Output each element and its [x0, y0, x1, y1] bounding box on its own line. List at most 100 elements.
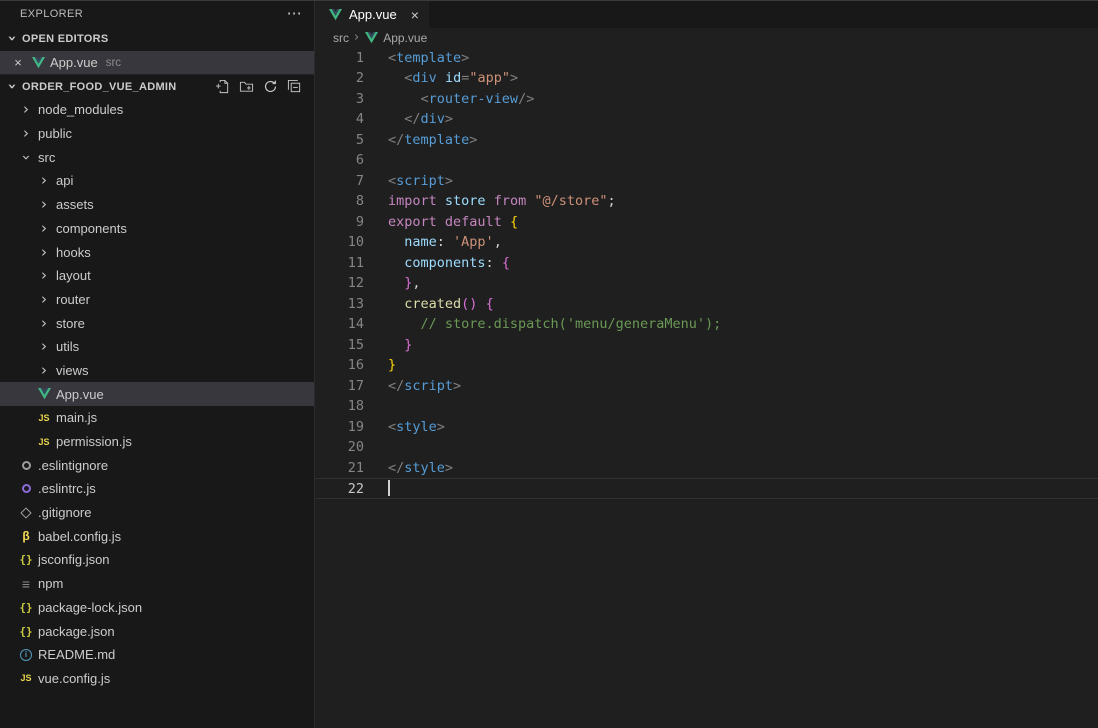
babel-icon: β	[22, 529, 30, 544]
open-editors-section-header[interactable]: › OPEN EDITORS	[0, 27, 314, 51]
close-icon[interactable]: ×	[10, 55, 26, 70]
tree-item-api[interactable]: › api	[0, 169, 314, 193]
tree-item-label: api	[56, 173, 74, 189]
code-line-15[interactable]: 15 }	[315, 335, 1098, 356]
line-content: // store.dispatch('menu/generaMenu');	[420, 316, 722, 332]
line-content: name: 'App',	[404, 234, 502, 250]
chevron-down-icon: ›	[3, 83, 22, 90]
code-line-20[interactable]: 20	[315, 437, 1098, 458]
tree-item-app-vue[interactable]: App.vue	[0, 382, 314, 406]
tree-item-router[interactable]: › router	[0, 288, 314, 312]
line-number: 14	[347, 316, 364, 332]
tree-item-views[interactable]: › views	[0, 359, 314, 383]
tree-item-src[interactable]: › src	[0, 145, 314, 169]
code-line-3[interactable]: 3 <router-view/>	[315, 89, 1098, 110]
line-number: 16	[347, 357, 364, 373]
code-line-14[interactable]: 14 // store.dispatch('menu/generaMenu');	[315, 314, 1098, 335]
code-line-11[interactable]: 11 components: {	[315, 253, 1098, 274]
code-line-13[interactable]: 13 created() {	[315, 294, 1098, 315]
tree-item-package-json[interactable]: {} package.json	[0, 619, 314, 643]
code-line-4[interactable]: 4 </div>	[315, 109, 1098, 130]
tree-item-label: .gitignore	[38, 505, 92, 521]
code-line-2[interactable]: 2 <div id="app">	[315, 68, 1098, 89]
tree-item-label: .eslintrc.js	[38, 481, 96, 497]
tree-item-label: .eslintignore	[38, 457, 109, 473]
code-line-1[interactable]: 1 <template>	[315, 48, 1098, 69]
line-number: 11	[347, 254, 364, 271]
tree-item-jsconfig-json[interactable]: {} jsconfig.json	[0, 548, 314, 572]
tree-item-npm[interactable]: ≡ npm	[0, 572, 314, 596]
line-number: 2	[355, 70, 364, 86]
new-folder-button[interactable]	[236, 77, 256, 97]
chevron-right-icon: ›	[41, 171, 47, 190]
line-content: </div>	[404, 111, 454, 127]
code-line-17[interactable]: 17 </script>	[315, 376, 1098, 397]
open-editors-label: OPEN EDITORS	[22, 32, 109, 45]
code-line-18[interactable]: 18	[315, 396, 1098, 417]
close-icon[interactable]: ×	[411, 8, 419, 22]
tree-item-layout[interactable]: › layout	[0, 264, 314, 288]
open-editor-item-app-vue[interactable]: × App.vue src	[0, 50, 314, 75]
tree-item-store[interactable]: › store	[0, 311, 314, 335]
breadcrumb-file-app-vue[interactable]: App.vue	[383, 31, 427, 45]
code-line-9[interactable]: 9 export default {	[315, 212, 1098, 233]
collapse-all-button[interactable]	[284, 77, 304, 97]
line-content: <div id="app">	[404, 70, 519, 86]
line-content: created() {	[404, 295, 494, 312]
code-line-5[interactable]: 5 </template>	[315, 130, 1098, 151]
tree-item-babel-config-js[interactable]: β babel.config.js	[0, 524, 314, 548]
code-line-7[interactable]: 7 <script>	[315, 171, 1098, 192]
line-content: <script>	[388, 172, 454, 189]
code-editor[interactable]: 1 <template> 2 <div id="app"> 3 <router-vie…	[315, 47, 1098, 728]
chevron-right-icon: ›	[41, 195, 47, 214]
new-file-button[interactable]	[212, 77, 232, 97]
tree-item-components[interactable]: › components	[0, 217, 314, 241]
vue-icon	[30, 55, 46, 71]
editor-area: App.vue × src › App.vue 1 <template> 2 <di…	[315, 1, 1098, 728]
chevron-right-icon: ›	[41, 218, 47, 237]
tree-item-readme-md[interactable]: i README.md	[0, 643, 314, 667]
tree-item-vue-config-js[interactable]: JS vue.config.js	[0, 667, 314, 691]
chevron-right-icon: ›	[41, 313, 47, 332]
code-line-19[interactable]: 19 <style>	[315, 417, 1098, 438]
code-line-8[interactable]: 8 import store from "@/store";	[315, 191, 1098, 212]
line-number: 5	[355, 131, 364, 148]
chevron-right-icon: ›	[41, 242, 47, 261]
tree-item-assets[interactable]: › assets	[0, 193, 314, 217]
refresh-button[interactable]	[260, 77, 280, 97]
project-section-header[interactable]: › ORDER_FOOD_VUE_ADMIN	[0, 74, 314, 98]
more-actions-icon[interactable]: ⋯	[287, 6, 302, 21]
code-line-22[interactable]: 22	[315, 478, 1098, 499]
tree-item-label: babel.config.js	[38, 528, 122, 544]
explorer-header: EXPLORER ⋯	[0, 1, 314, 27]
line-content	[364, 150, 388, 171]
tree-item-hooks[interactable]: › hooks	[0, 240, 314, 264]
tree-item-label: main.js	[56, 410, 98, 426]
chevron-right-icon: ›	[41, 337, 47, 356]
tree-item-utils[interactable]: › utils	[0, 335, 314, 359]
tree-item--gitignore[interactable]: .gitignore	[0, 501, 314, 525]
code-line-6[interactable]: 6	[315, 150, 1098, 171]
tree-item-label: package.json	[38, 623, 115, 639]
code-line-10[interactable]: 10 name: 'App',	[315, 232, 1098, 253]
line-content: </script>	[388, 377, 462, 394]
tree-item-main-js[interactable]: JS main.js	[0, 406, 314, 430]
code-line-21[interactable]: 21 </style>	[315, 458, 1098, 479]
javascript-icon: JS	[20, 673, 32, 684]
chevron-down-icon: ›	[3, 35, 22, 43]
code-line-16[interactable]: 16}	[315, 355, 1098, 376]
line-number: 20	[347, 439, 364, 455]
tree-item-package-lock-json[interactable]: {} package-lock.json	[0, 596, 314, 620]
tree-item--eslintrc-js[interactable]: .eslintrc.js	[0, 477, 314, 501]
tab-app-vue[interactable]: App.vue ×	[315, 1, 429, 28]
tree-item-permission-js[interactable]: JS permission.js	[0, 430, 314, 454]
explorer-actions	[212, 77, 314, 97]
tree-item--eslintignore[interactable]: .eslintignore	[0, 453, 314, 477]
tree-item-node-modules[interactable]: › node_modules	[0, 98, 314, 122]
chevron-down-icon: ›	[17, 154, 36, 161]
line-content: }	[388, 357, 397, 373]
tree-item-label: components	[56, 220, 127, 236]
tree-item-public[interactable]: › public	[0, 122, 314, 146]
code-line-12[interactable]: 12 },	[315, 273, 1098, 294]
breadcrumb-folder-src[interactable]: src	[333, 31, 349, 45]
